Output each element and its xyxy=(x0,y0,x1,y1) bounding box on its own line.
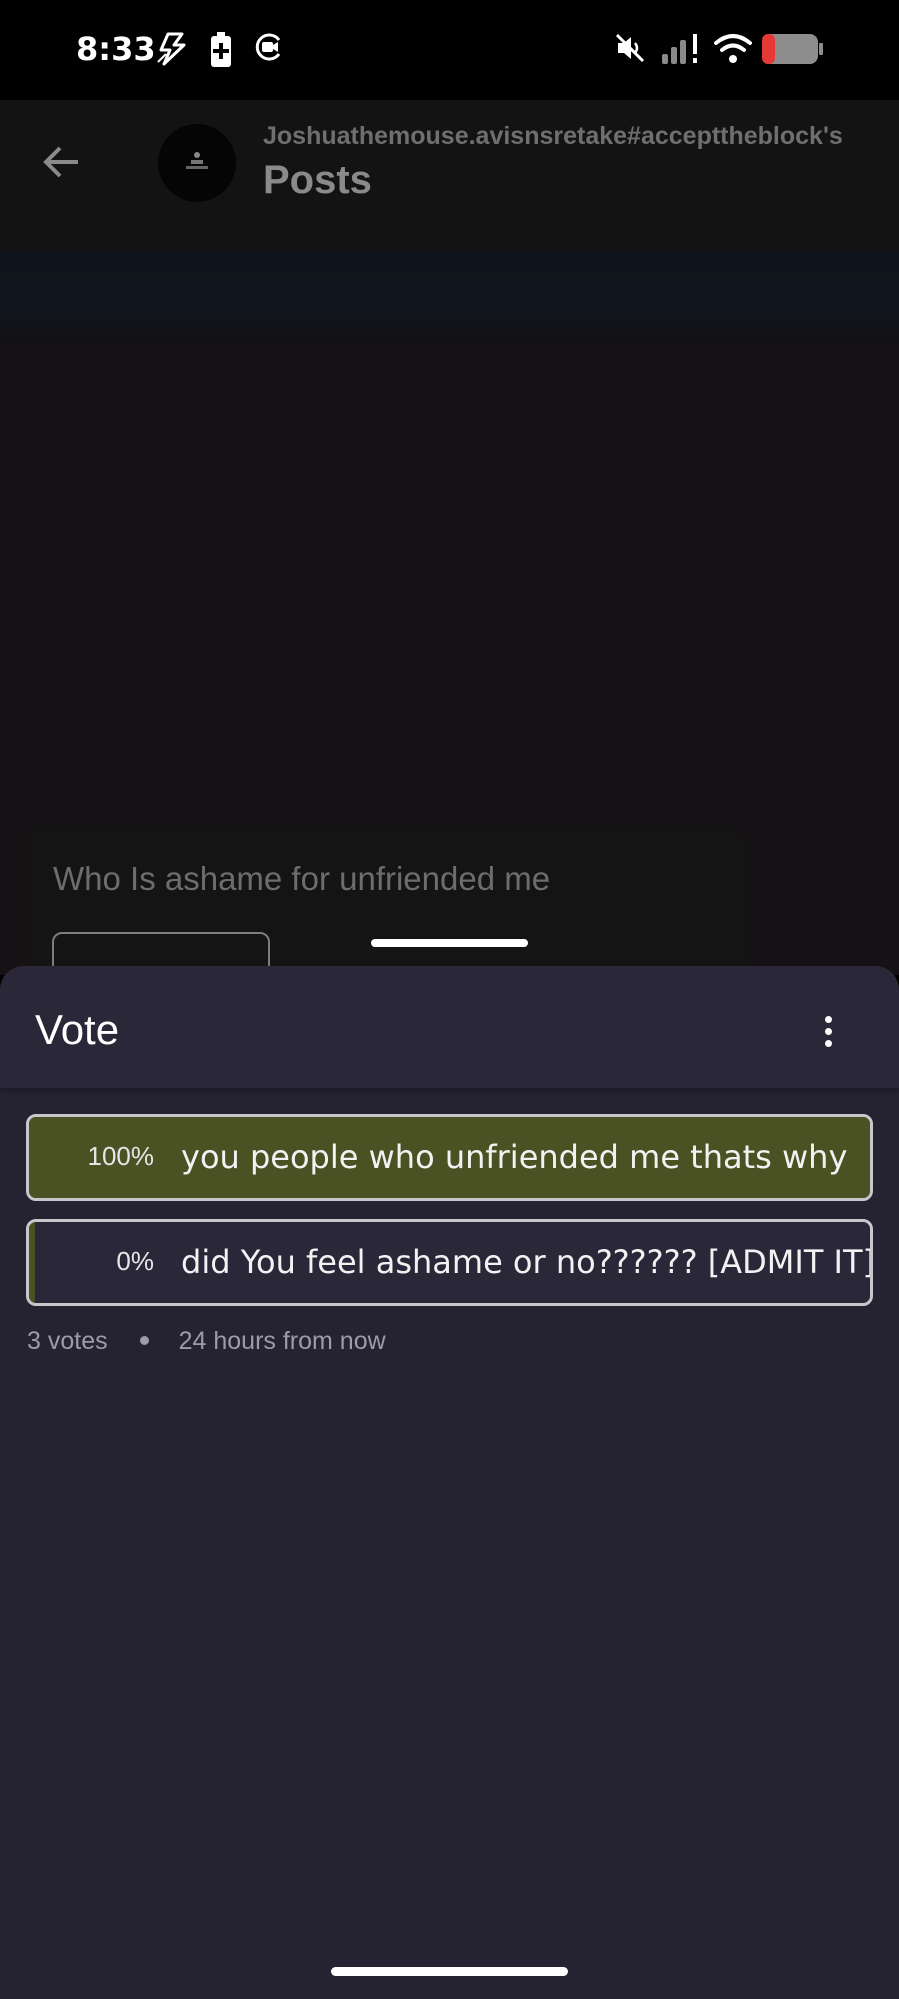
battery-icon xyxy=(762,34,823,64)
sheet-header: Vote xyxy=(0,966,899,1088)
battery-saver-icon xyxy=(211,32,231,67)
mute-icon xyxy=(615,33,645,63)
avatar[interactable] xyxy=(158,124,236,202)
banner-band xyxy=(0,250,899,345)
post-card: Who Is ashame for unfriended me xyxy=(26,826,746,992)
app-header: Joshuathemouse.avisnsretake#accepttheblo… xyxy=(0,100,899,250)
avatar-figure-icon xyxy=(186,152,208,169)
wifi-icon xyxy=(714,34,752,63)
home-indicator[interactable] xyxy=(331,1967,568,1976)
flash-icon xyxy=(157,32,186,66)
signal-icon xyxy=(662,34,697,64)
more-options-icon[interactable] xyxy=(813,1010,845,1054)
poll-meta: 3 votes 24 hours from now xyxy=(27,1327,386,1356)
vote-count: 3 votes xyxy=(27,1327,108,1355)
vote-sheet: Vote 100% you people who unfriended me t… xyxy=(0,966,899,1999)
status-bar: 8:33 xyxy=(0,0,899,100)
sheet-drag-handle[interactable] xyxy=(371,939,528,947)
header-username: Joshuathemouse.avisnsretake#accepttheblo… xyxy=(263,122,843,150)
back-arrow-icon[interactable] xyxy=(40,140,84,184)
poll-option[interactable]: 100% you people who unfriended me thats … xyxy=(26,1114,873,1201)
separator-dot xyxy=(139,1335,149,1345)
screen-record-icon xyxy=(255,33,281,61)
poll-option[interactable]: 0% did You feel ashame or no?????? [ADMI… xyxy=(26,1219,873,1306)
poll-option-percent: 0% xyxy=(116,1246,154,1276)
post-question: Who Is ashame for unfriended me xyxy=(53,860,551,897)
page-title: Posts xyxy=(263,158,372,202)
poll-option-text: did You feel ashame or no?????? [ADMIT I… xyxy=(181,1243,873,1281)
time-remaining: 24 hours from now xyxy=(178,1327,386,1355)
poll-option-text: you people who unfriended me thats why xyxy=(181,1138,848,1176)
sheet-title: Vote xyxy=(35,1006,120,1053)
poll-option-percent: 100% xyxy=(87,1141,155,1171)
status-time: 8:33 xyxy=(76,30,156,68)
